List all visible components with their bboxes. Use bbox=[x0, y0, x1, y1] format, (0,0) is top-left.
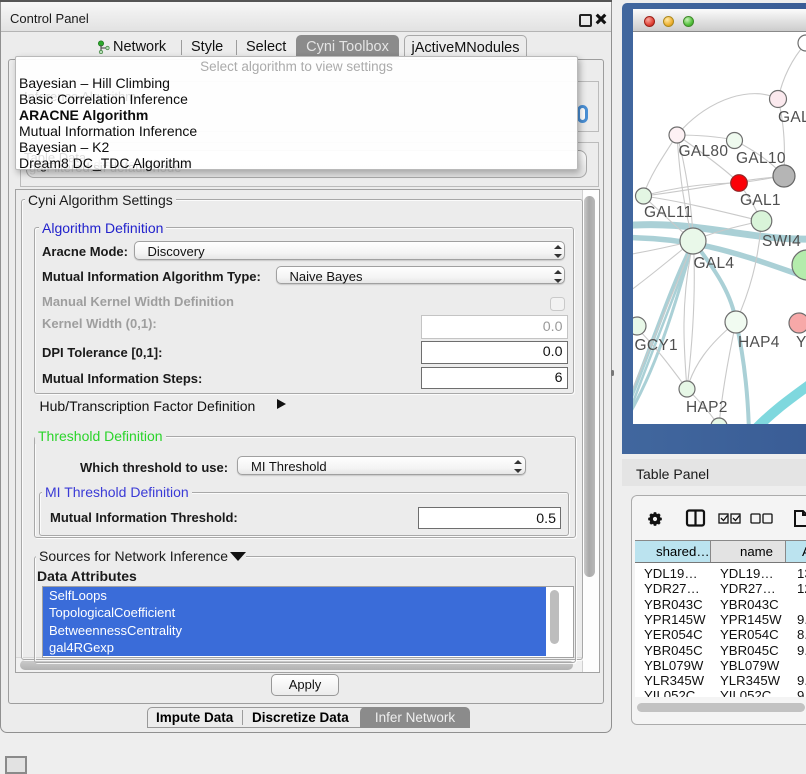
svg-text:SWI4: SWI4 bbox=[762, 233, 801, 250]
svg-text:GAL1: GAL1 bbox=[740, 192, 781, 209]
svg-text:GAL80: GAL80 bbox=[679, 143, 729, 160]
svg-text:GAL4: GAL4 bbox=[694, 255, 735, 272]
svg-text:HAP4: HAP4 bbox=[738, 334, 780, 351]
svg-text:HAP2: HAP2 bbox=[686, 399, 728, 416]
svg-text:GCY1: GCY1 bbox=[635, 337, 678, 354]
svg-text:GAL: GAL bbox=[778, 109, 806, 126]
svg-text:GAL11: GAL11 bbox=[644, 204, 693, 221]
svg-text:GAL10: GAL10 bbox=[736, 150, 786, 167]
svg-text:Y: Y bbox=[796, 334, 806, 351]
